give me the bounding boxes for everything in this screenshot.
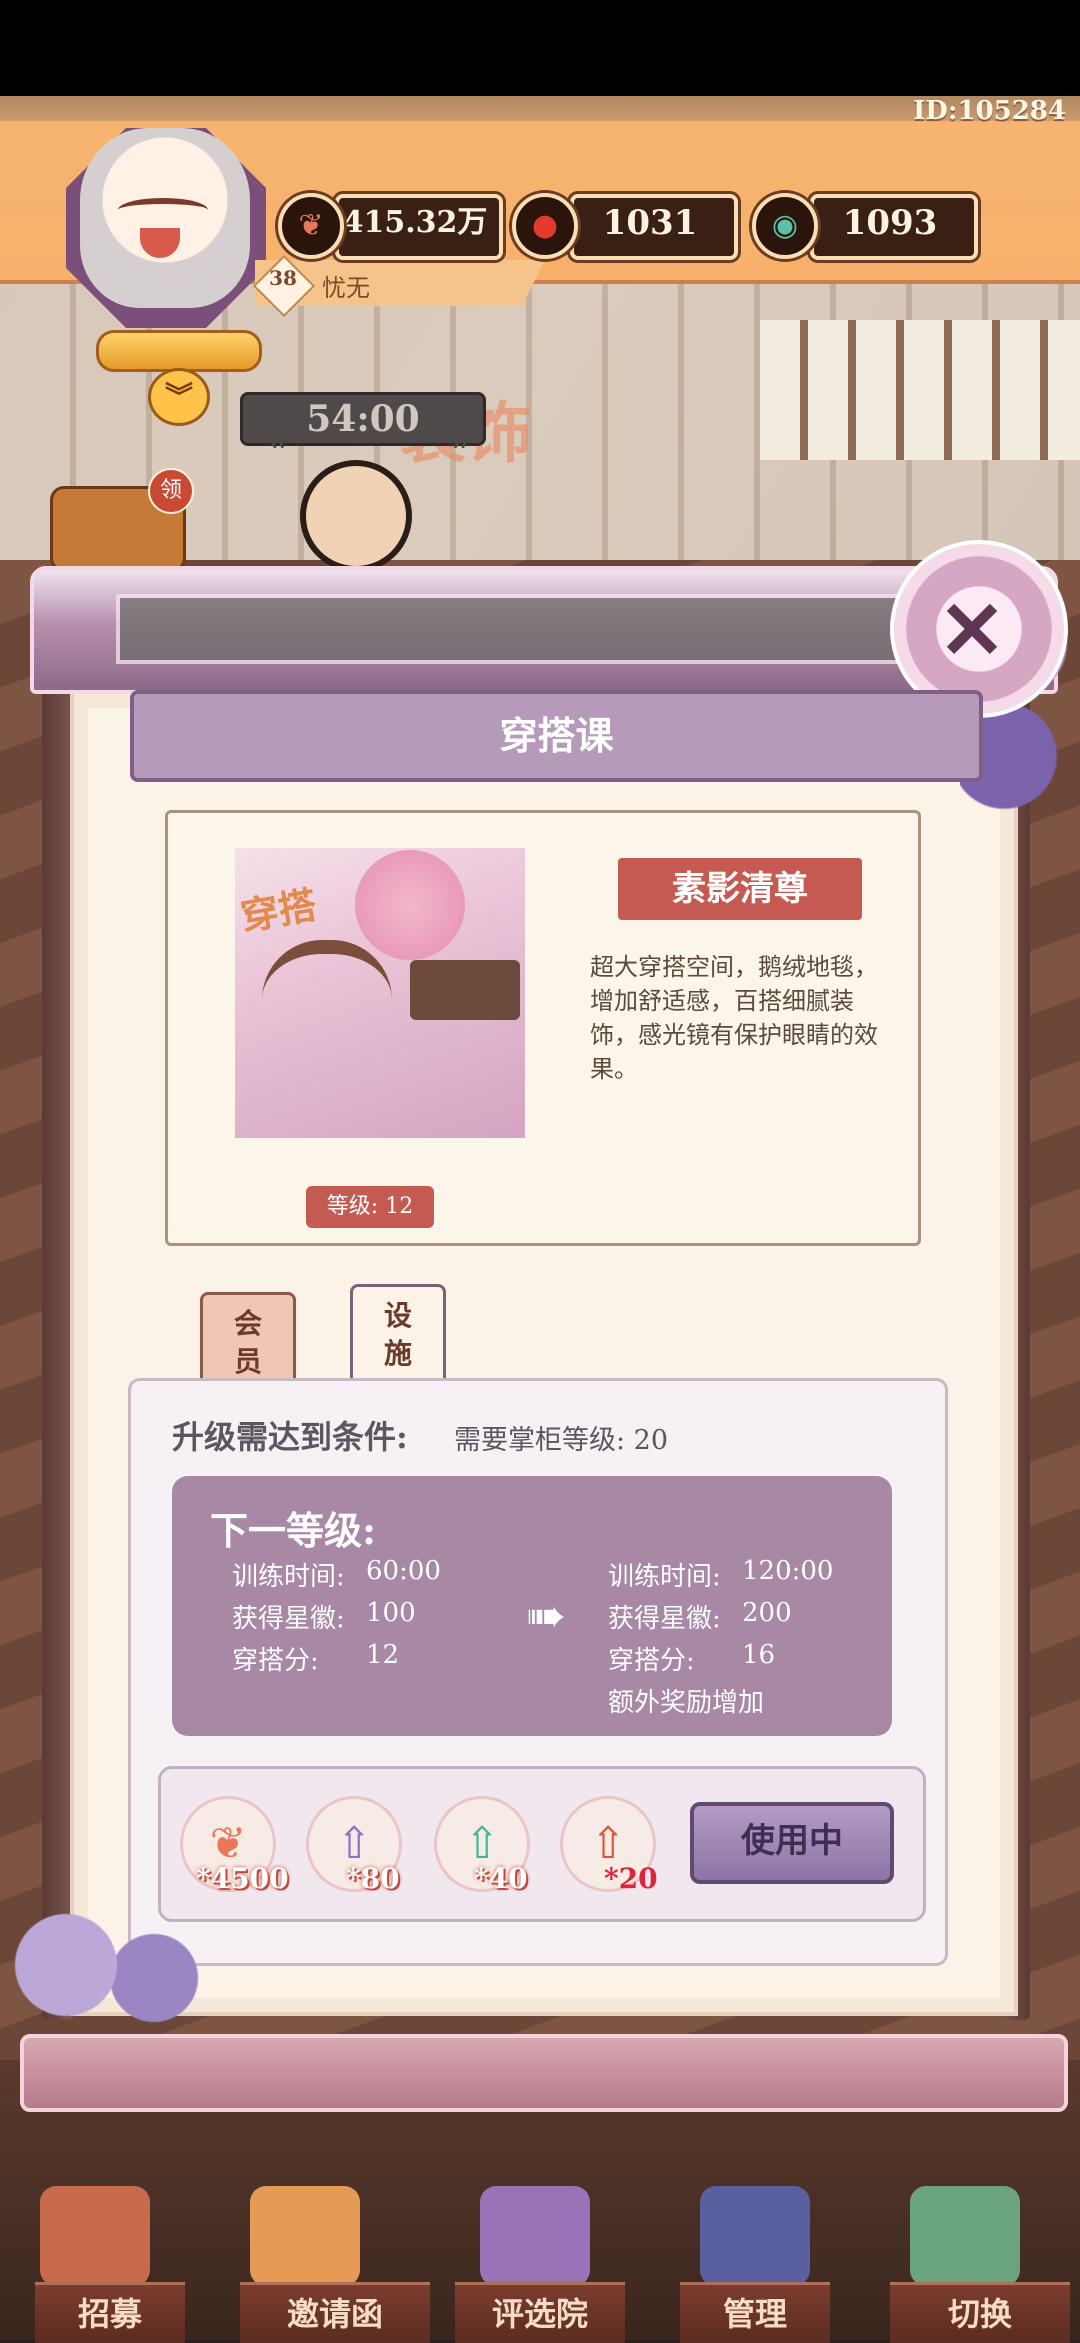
wisteria-decoration-icon	[0, 1900, 220, 2030]
invitation-icon[interactable]	[250, 2186, 360, 2286]
resource-value-coins: 1093	[842, 203, 938, 243]
next-stat-label: 获得星徽:	[608, 1604, 721, 1634]
tab-member-label-1: 会	[233, 1307, 262, 1340]
current-stat-label: 穿搭分:	[232, 1646, 319, 1676]
contest-hall-icon[interactable]	[480, 2186, 590, 2286]
nav-item-switch[interactable]: 切换	[890, 2282, 1070, 2343]
player-name: 忧无	[322, 274, 370, 302]
current-stat-value: 100	[366, 1598, 416, 1628]
next-stat-label: 训练时间:	[608, 1562, 721, 1592]
item-description: 超大穿搭空间，鹅绒地毯，增加舒适感，百搭细腻装饰，感光镜有保护眼睛的效果。	[590, 953, 878, 1083]
player-id: ID:105284	[913, 96, 1066, 126]
avatar-eyes	[118, 198, 208, 222]
peach-heart-icon: ❦	[278, 193, 344, 259]
tab-member-label-2: 员	[233, 1345, 262, 1378]
modal-title: 穿搭课	[130, 690, 983, 782]
next-stat-value: 120:00	[742, 1556, 834, 1586]
cost-qty: *80	[346, 1862, 400, 1895]
vanity-desk-icon	[410, 960, 520, 1020]
resource-value-orbs: 1031	[602, 203, 698, 243]
switch-map-icon[interactable]	[910, 2186, 1020, 2286]
current-stat-value: 60:00	[366, 1556, 441, 1586]
npc-shopkeeper[interactable]	[300, 460, 412, 572]
current-stat-value: 12	[366, 1640, 400, 1670]
extra-reward-text: 额外奖励增加	[608, 1688, 765, 1718]
next-stat-value: 16	[742, 1640, 776, 1670]
tab-facility-label-2: 施	[383, 1337, 412, 1370]
timer-right-ornament-icon: 》	[452, 400, 501, 456]
modal-base	[20, 2034, 1068, 2112]
status-bar	[0, 0, 1080, 96]
tab-facility-label-1: 设	[383, 1299, 412, 1332]
chevron-down-icon[interactable]: ︾	[148, 368, 210, 426]
timer-left-ornament-icon: 《	[238, 400, 287, 456]
current-stat-label: 训练时间:	[232, 1562, 345, 1592]
nav-item-manage[interactable]: 管理	[680, 2282, 830, 2343]
scroll-menu-button[interactable]	[96, 330, 262, 372]
cherry-tree-icon	[355, 850, 465, 960]
recruit-icon[interactable]	[40, 2186, 150, 2286]
red-orb-icon: ●	[512, 193, 578, 259]
jade-coin-icon: ◉	[752, 193, 818, 259]
in-use-button[interactable]: 使用中	[690, 1802, 894, 1884]
resource-value-hearts: 415.32万	[342, 205, 488, 240]
next-stat-label: 穿搭分:	[608, 1646, 695, 1676]
nav-item-contest[interactable]: 评选院	[455, 2282, 625, 2343]
requirement-value: 需要掌柜等级: 20	[454, 1425, 669, 1456]
item-level: 等级: 12	[306, 1186, 434, 1228]
manage-icon[interactable]	[700, 2186, 810, 2286]
requirement-label: 升级需达到条件:	[172, 1418, 408, 1456]
claim-badge[interactable]: 领	[148, 468, 194, 514]
nav-item-invitation[interactable]: 邀请函	[240, 2282, 430, 2343]
player-level: 38	[269, 266, 297, 290]
close-icon[interactable]: ✕	[912, 570, 1032, 690]
nav-item-recruit[interactable]: 招募	[35, 2282, 185, 2343]
cost-qty: *20	[604, 1862, 658, 1895]
next-level-title: 下一等级:	[210, 1508, 377, 1553]
item-name: 素影清尊	[618, 858, 862, 920]
next-stat-value: 200	[742, 1598, 792, 1628]
arrow-right-icon: ➠	[526, 1588, 567, 1644]
scene-window	[760, 320, 1080, 460]
cost-qty: *4500	[196, 1862, 289, 1895]
modal-roof-panel	[116, 594, 954, 664]
current-stat-label: 获得星徽:	[232, 1604, 345, 1634]
cost-qty: *40	[474, 1862, 528, 1895]
